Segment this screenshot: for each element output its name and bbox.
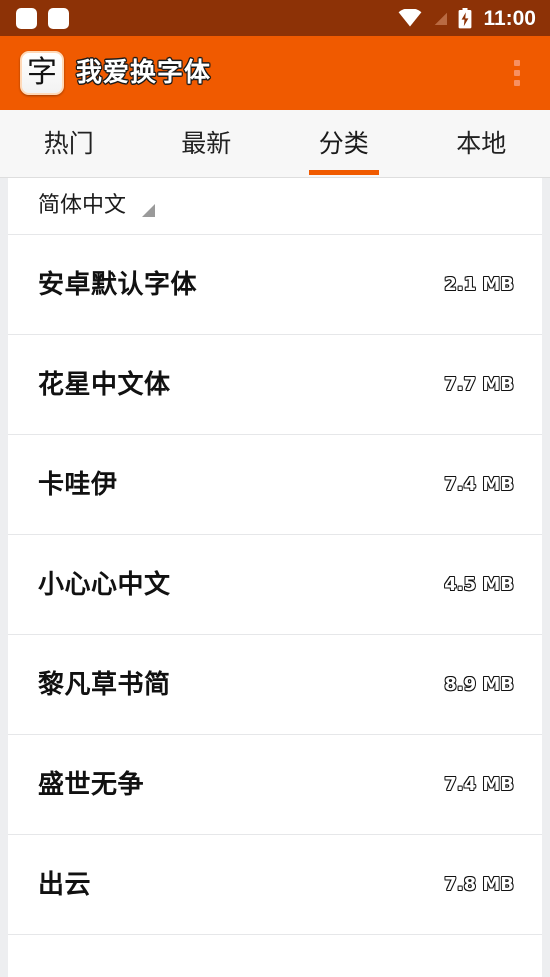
- tab-newest[interactable]: 最新: [138, 110, 276, 177]
- dropdown-caret-icon: [142, 203, 156, 217]
- font-size-label: 4.5 MB: [444, 573, 514, 595]
- font-name: 小心心中文: [38, 569, 171, 600]
- tab-local[interactable]: 本地: [413, 110, 550, 177]
- font-size-label: 7.7 MB: [444, 373, 514, 395]
- language-filter-dropdown[interactable]: 简体中文: [8, 178, 542, 235]
- font-size-label: 2.1 MB: [444, 273, 514, 295]
- font-name: 安卓默认字体: [38, 269, 198, 300]
- tab-hot[interactable]: 热门: [0, 110, 138, 177]
- table-row[interactable]: 卡哇伊 7.4 MB: [8, 435, 542, 535]
- font-size-label: 7.4 MB: [444, 773, 514, 795]
- font-name: 花星中文体: [38, 369, 171, 400]
- table-row[interactable]: 安卓默认字体 2.1 MB: [8, 235, 542, 335]
- signal-off-icon: [431, 9, 449, 27]
- status-bar-indicators: 11:00: [398, 6, 536, 30]
- tab-local-label: 本地: [456, 129, 507, 158]
- font-size-label: 7.8 MB: [444, 873, 514, 895]
- table-row[interactable]: 出云 7.8 MB: [8, 835, 542, 935]
- font-list-card: 简体中文 安卓默认字体 2.1 MB 花星中文体 7.7 MB 卡哇伊 7.4 …: [8, 178, 542, 977]
- notification-square-1-icon: [16, 7, 37, 29]
- app-title: 我爱换字体: [76, 58, 212, 88]
- battery-charging-icon: [458, 7, 472, 29]
- overflow-dot-3: [514, 80, 520, 86]
- overflow-dot-2: [514, 70, 520, 76]
- table-row[interactable]: 小心心中文 4.5 MB: [8, 535, 542, 635]
- app-root: 11:00 字 我爱换字体 热门 最新 分类 本地 简体中文 安卓默认字体 2.…: [0, 0, 550, 977]
- tab-newest-label: 最新: [181, 129, 232, 158]
- language-filter-label: 简体中文: [38, 193, 127, 218]
- app-logo-icon: 字: [20, 51, 64, 95]
- wifi-icon: [398, 9, 422, 27]
- tab-bar: 热门 最新 分类 本地: [0, 110, 550, 178]
- font-name: 出云: [38, 869, 92, 900]
- notification-square-2-icon: [48, 7, 69, 29]
- tab-hot-label: 热门: [43, 129, 94, 158]
- tab-category-label: 分类: [318, 129, 369, 158]
- status-bar: 11:00: [0, 0, 550, 36]
- app-logo-glyph: 字: [27, 55, 57, 90]
- font-name: 盛世无争: [38, 769, 145, 800]
- content-area: 简体中文 安卓默认字体 2.1 MB 花星中文体 7.7 MB 卡哇伊 7.4 …: [0, 178, 550, 977]
- status-bar-notifications: [16, 7, 69, 29]
- overflow-menu-icon[interactable]: [494, 43, 540, 103]
- table-row[interactable]: 盛世无争 7.4 MB: [8, 735, 542, 835]
- table-row[interactable]: 黎凡草书简 8.9 MB: [8, 635, 542, 735]
- font-name: 卡哇伊: [38, 469, 118, 500]
- overflow-dot-1: [514, 60, 520, 66]
- font-size-label: 7.4 MB: [444, 473, 514, 495]
- table-row[interactable]: 花星中文体 7.7 MB: [8, 335, 542, 435]
- tab-category[interactable]: 分类: [275, 110, 413, 177]
- font-size-label: 8.9 MB: [444, 673, 514, 695]
- table-row-partial[interactable]: [8, 935, 542, 977]
- app-bar: 字 我爱换字体: [0, 36, 550, 110]
- status-bar-clock: 11:00: [483, 6, 536, 30]
- font-name: 黎凡草书简: [38, 669, 171, 700]
